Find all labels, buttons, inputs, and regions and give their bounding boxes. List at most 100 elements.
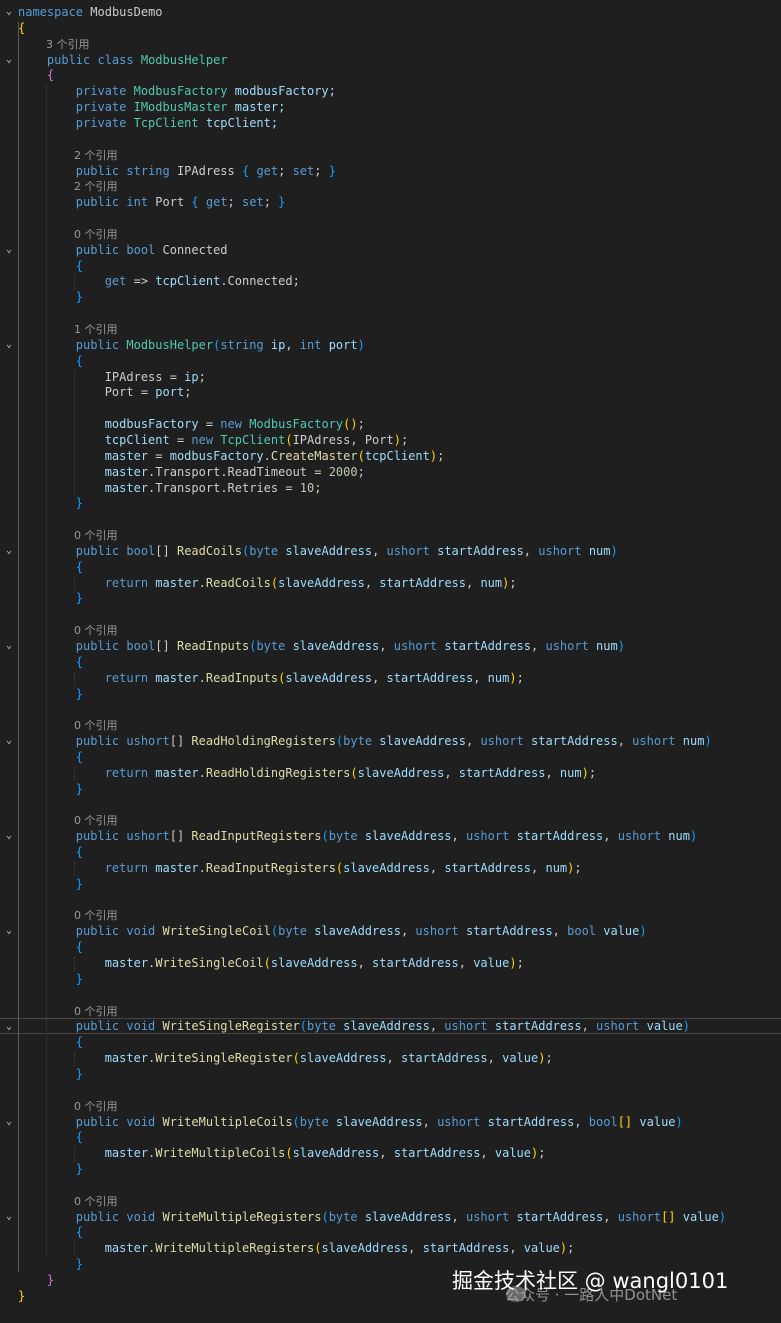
references-codelens[interactable]: 0 个引用: [74, 1005, 118, 1018]
code-line[interactable]: {: [0, 353, 781, 369]
code-editor[interactable]: ⌄ namespace ModbusDemo{3 个引用 ⌄ public clas…: [0, 0, 781, 1323]
chevron-down-icon[interactable]: ⌄: [4, 337, 14, 353]
code-line[interactable]: master.WriteSingleCoil(slaveAddress, sta…: [0, 955, 781, 971]
code-line[interactable]: {: [0, 67, 781, 83]
chevron-down-icon[interactable]: ⌄: [4, 543, 14, 559]
code-line[interactable]: return master.ReadInputRegisters(slaveAd…: [0, 860, 781, 876]
code-line[interactable]: ⌄ public bool Connected: [0, 242, 781, 258]
chevron-down-icon[interactable]: ⌄: [4, 4, 14, 20]
code-line[interactable]: master.WriteMultipleRegisters(slaveAddre…: [0, 1240, 781, 1256]
code-line[interactable]: [0, 987, 781, 1003]
references-codelens[interactable]: 0 个引用: [74, 1100, 118, 1113]
code-line[interactable]: return master.ReadCoils(slaveAddress, st…: [0, 575, 781, 591]
chevron-down-icon[interactable]: ⌄: [4, 923, 14, 939]
code-line[interactable]: tcpClient = new TcpClient(IPAdress, Port…: [0, 432, 781, 448]
code-line[interactable]: master.Transport.Retries = 10;: [0, 480, 781, 496]
codelens-row[interactable]: 0 个引用: [0, 1193, 781, 1209]
chevron-down-icon[interactable]: ⌄: [4, 1114, 14, 1130]
code-line[interactable]: {: [0, 559, 781, 575]
codelens-row[interactable]: 0 个引用: [0, 812, 781, 828]
code-line[interactable]: {: [0, 1224, 781, 1240]
code-line[interactable]: [0, 1177, 781, 1193]
code-line[interactable]: IPAdress = ip;: [0, 369, 781, 385]
code-line[interactable]: }: [0, 781, 781, 797]
code-line[interactable]: {: [0, 1129, 781, 1145]
code-line[interactable]: modbusFactory = new ModbusFactory();: [0, 416, 781, 432]
code-line[interactable]: [0, 606, 781, 622]
code-line[interactable]: public int Port { get; set; }: [0, 194, 781, 210]
code-line[interactable]: ⌄ public ushort[] ReadInputRegisters(byt…: [0, 828, 781, 844]
code-line[interactable]: }: [0, 590, 781, 606]
code-line[interactable]: {: [0, 939, 781, 955]
references-codelens[interactable]: 3 个引用: [46, 38, 90, 51]
code-line[interactable]: Port = port;: [0, 384, 781, 400]
chevron-down-icon[interactable]: ⌄: [4, 1019, 14, 1035]
codelens-row[interactable]: 0 个引用: [0, 622, 781, 638]
code-line[interactable]: }: [0, 686, 781, 702]
references-codelens[interactable]: 2 个引用: [74, 149, 118, 162]
code-line[interactable]: public string IPAdress { get; set; }: [0, 163, 781, 179]
code-line[interactable]: [0, 131, 781, 147]
code-line[interactable]: ⌄ public void WriteSingleCoil(byte slave…: [0, 923, 781, 939]
code-line[interactable]: return master.ReadInputs(slaveAddress, s…: [0, 670, 781, 686]
chevron-down-icon[interactable]: ⌄: [4, 242, 14, 258]
code-line[interactable]: [0, 210, 781, 226]
code-line[interactable]: }: [0, 1066, 781, 1082]
code-line[interactable]: master.Transport.ReadTimeout = 2000;: [0, 464, 781, 480]
chevron-down-icon[interactable]: ⌄: [4, 828, 14, 844]
codelens-row[interactable]: 2 个引用: [0, 147, 781, 163]
code-line[interactable]: [0, 892, 781, 908]
code-line[interactable]: master.WriteMultipleCoils(slaveAddress, …: [0, 1145, 781, 1161]
codelens-row[interactable]: 1 个引用: [0, 321, 781, 337]
chevron-down-icon[interactable]: ⌄: [4, 638, 14, 654]
code-line[interactable]: return master.ReadHoldingRegisters(slave…: [0, 765, 781, 781]
references-codelens[interactable]: 0 个引用: [74, 909, 118, 922]
code-line[interactable]: private ModbusFactory modbusFactory;: [0, 83, 781, 99]
code-line[interactable]: [0, 511, 781, 527]
codelens-row[interactable]: 0 个引用: [0, 907, 781, 923]
references-codelens[interactable]: 0 个引用: [74, 624, 118, 637]
code-line[interactable]: private TcpClient tcpClient;: [0, 115, 781, 131]
chevron-down-icon[interactable]: ⌄: [4, 733, 14, 749]
code-line[interactable]: ⌄ public ushort[] ReadHoldingRegisters(b…: [0, 733, 781, 749]
code-line[interactable]: {: [0, 258, 781, 274]
code-line[interactable]: {: [0, 20, 781, 36]
code-line[interactable]: [0, 797, 781, 813]
code-line[interactable]: get => tcpClient.Connected;: [0, 273, 781, 289]
code-line[interactable]: ⌄ public void WriteMultipleCoils(byte sl…: [0, 1114, 781, 1130]
references-codelens[interactable]: 2 个引用: [74, 180, 118, 193]
codelens-row[interactable]: 3 个引用: [0, 36, 781, 52]
code-line[interactable]: }: [0, 971, 781, 987]
code-line[interactable]: [0, 1082, 781, 1098]
references-codelens[interactable]: 1 个引用: [74, 323, 118, 336]
code-line[interactable]: [0, 701, 781, 717]
code-line[interactable]: {: [0, 844, 781, 860]
codelens-row[interactable]: 0 个引用: [0, 1003, 781, 1019]
code-line[interactable]: {: [0, 749, 781, 765]
references-codelens[interactable]: 0 个引用: [74, 529, 118, 542]
code-line[interactable]: }: [0, 495, 781, 511]
references-codelens[interactable]: 0 个引用: [74, 719, 118, 732]
code-line[interactable]: ⌄ public bool[] ReadCoils(byte slaveAddr…: [0, 543, 781, 559]
code-line[interactable]: ⌄ public ModbusHelper(string ip, int por…: [0, 337, 781, 353]
code-line[interactable]: ⌄ public void WriteSingleRegister(byte s…: [0, 1018, 781, 1035]
code-line[interactable]: }: [0, 289, 781, 305]
chevron-down-icon[interactable]: ⌄: [4, 1209, 14, 1225]
references-codelens[interactable]: 0 个引用: [74, 814, 118, 827]
codelens-row[interactable]: 0 个引用: [0, 717, 781, 733]
references-codelens[interactable]: 0 个引用: [74, 228, 118, 241]
code-line[interactable]: [0, 400, 781, 416]
codelens-row[interactable]: 0 个引用: [0, 1098, 781, 1114]
code-line[interactable]: ⌄ public bool[] ReadInputs(byte slaveAdd…: [0, 638, 781, 654]
code-line[interactable]: }: [0, 876, 781, 892]
code-line[interactable]: master.WriteSingleRegister(slaveAddress,…: [0, 1050, 781, 1066]
codelens-row[interactable]: 2 个引用: [0, 178, 781, 194]
code-line[interactable]: [0, 305, 781, 321]
code-line[interactable]: ⌄ namespace ModbusDemo: [0, 4, 781, 20]
code-line[interactable]: }: [0, 1161, 781, 1177]
code-line[interactable]: ⌄ public void WriteMultipleRegisters(byt…: [0, 1209, 781, 1225]
code-line[interactable]: ⌄ public class ModbusHelper: [0, 52, 781, 68]
references-codelens[interactable]: 0 个引用: [74, 1195, 118, 1208]
codelens-row[interactable]: 0 个引用: [0, 226, 781, 242]
codelens-row[interactable]: 0 个引用: [0, 527, 781, 543]
